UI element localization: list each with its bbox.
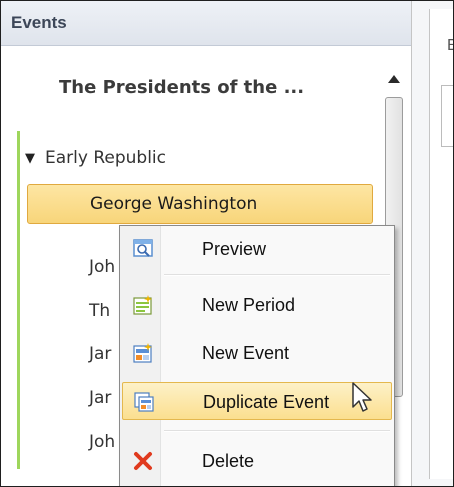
event-item[interactable]: Joh [89, 432, 115, 456]
period-label: Early Republic [45, 148, 166, 168]
duplicate-event-icon [134, 392, 154, 412]
menu-item-delete[interactable]: Delete [122, 442, 392, 480]
menu-separator [164, 274, 390, 276]
detail-panel [429, 9, 453, 479]
new-period-icon [133, 295, 152, 315]
events-pane-header: Events [1, 1, 411, 46]
event-label: George Washington [90, 194, 258, 214]
scroll-up-button[interactable] [381, 67, 407, 91]
menu-item-label: Delete [202, 451, 255, 471]
period-row-early-republic[interactable]: ▼ Early Republic [25, 145, 166, 171]
menu-item-preview[interactable]: Preview [122, 230, 392, 268]
delete-icon [134, 452, 152, 470]
mouse-cursor-icon [352, 382, 372, 412]
event-item[interactable]: Jar [89, 388, 111, 412]
expand-arrow-icon[interactable]: ▼ [25, 151, 35, 166]
menu-item-label: New Event [202, 343, 290, 363]
event-item[interactable]: Th [89, 301, 110, 325]
event-item[interactable]: Joh [89, 257, 115, 281]
context-menu: Preview New Period New Event Duplicate E… [119, 225, 395, 486]
timeline-title: The Presidents of the ... [59, 77, 305, 98]
period-indicator-line [17, 131, 20, 469]
menu-item-label: New Period [202, 295, 296, 315]
chevron-up-icon [388, 75, 400, 83]
menu-item-label: Preview [202, 239, 267, 259]
detail-header-label: E [447, 37, 453, 55]
preview-icon [133, 239, 153, 257]
app-window: E Events The Presidents of the ... ▼ Ear… [0, 0, 454, 487]
new-event-icon [133, 343, 152, 363]
pane-title: Events [11, 13, 67, 32]
menu-item-label: Duplicate Event [203, 392, 330, 412]
event-item-selected[interactable]: George Washington [27, 184, 373, 224]
detail-input-box[interactable] [441, 85, 453, 147]
menu-item-new-event[interactable]: New Event [122, 334, 392, 372]
event-item[interactable]: Jar [89, 344, 111, 368]
menu-item-new-period[interactable]: New Period [122, 286, 392, 324]
menu-separator [164, 430, 390, 432]
